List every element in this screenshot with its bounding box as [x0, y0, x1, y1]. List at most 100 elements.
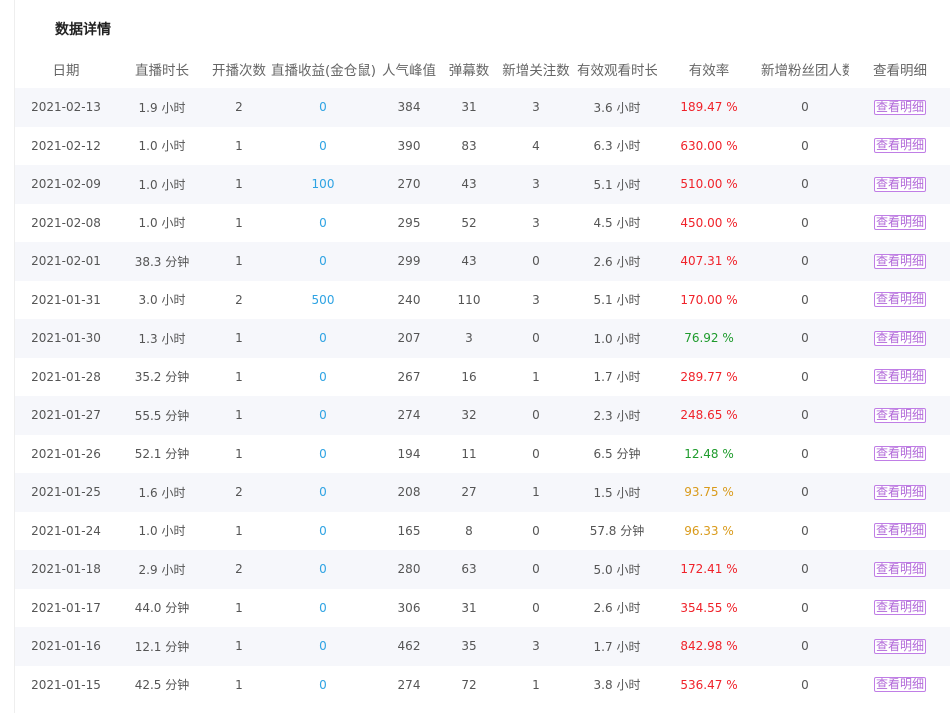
cell-rate: 76.92 % [657, 319, 761, 358]
cell-detail: 查看明细 [849, 588, 950, 627]
cell-date: 2021-01-18 [15, 550, 117, 589]
cell-watch-time: 3.8 小时 [577, 665, 657, 704]
cell-date: 2021-02-09 [15, 165, 117, 204]
cell-fans: 0 [761, 396, 849, 435]
cell-follows: 0 [495, 396, 577, 435]
cell-danmaku: 3 [443, 319, 495, 358]
cell-date: 2021-01-16 [15, 627, 117, 666]
cell-date: 2021-01-31 [15, 280, 117, 319]
cell-danmaku: 27 [443, 473, 495, 512]
cell-income: 100 [271, 165, 375, 204]
cell-detail: 查看明细 [849, 357, 950, 396]
cell-date: 2021-02-12 [15, 126, 117, 165]
cell-fans: 0 [761, 203, 849, 242]
cell-sessions: 1 [207, 242, 271, 281]
cell-peak: 462 [375, 627, 443, 666]
cell-duration: 38.3 分钟 [117, 242, 207, 281]
cell-rate: 93.75 % [657, 473, 761, 512]
cell-danmaku: 43 [443, 165, 495, 204]
cell-detail: 查看明细 [849, 165, 950, 204]
table-header-row: 日期 直播时长 开播次数 直播收益(金仓鼠) 人气峰值 弹幕数 新增关注数 有效… [15, 50, 950, 88]
cell-rate: 630.00 % [657, 126, 761, 165]
cell-watch-time: 1.5 小时 [577, 473, 657, 512]
cell-detail: 查看明细 [849, 319, 950, 358]
view-detail-button[interactable]: 查看明细 [873, 677, 926, 693]
cell-date: 2021-02-01 [15, 242, 117, 281]
cell-duration: 1.3 小时 [117, 319, 207, 358]
table-row: 2021-01-31 3.0 小时 2 500 240 110 3 5.1 小时 170.00 … [15, 280, 950, 319]
view-detail-button[interactable]: 查看明细 [873, 138, 926, 154]
table-row: 2021-01-26 52.1 分钟 1 0 194 11 0 6.5 分钟 12.48 % 0 查… [15, 434, 950, 473]
view-detail-button[interactable]: 查看明细 [873, 523, 926, 539]
header-watch-time: 有效观看时长 [577, 63, 657, 79]
view-detail-button[interactable]: 查看明细 [873, 330, 926, 346]
cell-sessions: 1 [207, 665, 271, 704]
view-detail-button[interactable]: 查看明细 [873, 292, 926, 308]
cell-rate: 289.77 % [657, 357, 761, 396]
cell-watch-time: 4.5 小时 [577, 203, 657, 242]
table-row: 2021-01-27 55.5 分钟 1 0 274 32 0 2.3 小时 248.65 % 0… [15, 396, 950, 435]
cell-peak: 208 [375, 473, 443, 512]
cell-duration: 44.0 分钟 [117, 588, 207, 627]
table-row: 2021-01-17 44.0 分钟 1 0 306 31 0 2.6 小时 354.55 % 0… [15, 588, 950, 627]
view-detail-button[interactable]: 查看明细 [873, 215, 926, 231]
cell-watch-time: 3.6 小时 [577, 88, 657, 127]
cell-fans: 0 [761, 357, 849, 396]
table-row: 2021-01-24 1.0 小时 1 0 165 8 0 57.8 分钟 96.33 % 0 查看… [15, 511, 950, 550]
cell-income: 500 [271, 280, 375, 319]
cell-detail: 查看明细 [849, 627, 950, 666]
view-detail-button[interactable]: 查看明细 [873, 99, 926, 115]
cell-detail: 查看明细 [849, 434, 950, 473]
cell-watch-time: 5.1 小时 [577, 280, 657, 319]
view-detail-button[interactable]: 查看明细 [873, 446, 926, 462]
view-detail-button[interactable]: 查看明细 [873, 561, 926, 577]
cell-sessions: 1 [207, 357, 271, 396]
cell-rate: 172.41 % [657, 550, 761, 589]
cell-sessions: 1 [207, 627, 271, 666]
cell-date: 2021-01-28 [15, 357, 117, 396]
cell-detail: 查看明细 [849, 665, 950, 704]
cell-follows: 3 [495, 627, 577, 666]
cell-sessions: 1 [207, 126, 271, 165]
cell-rate: 170.00 % [657, 280, 761, 319]
cell-danmaku: 31 [443, 588, 495, 627]
cell-follows: 1 [495, 665, 577, 704]
cell-sessions: 1 [207, 319, 271, 358]
cell-danmaku: 110 [443, 280, 495, 319]
header-danmaku: 弹幕数 [448, 63, 490, 79]
cell-sessions: 1 [207, 511, 271, 550]
cell-fans: 0 [761, 550, 849, 589]
cell-duration: 42.5 分钟 [117, 665, 207, 704]
view-detail-button[interactable]: 查看明细 [873, 253, 926, 269]
cell-duration: 1.0 小时 [117, 165, 207, 204]
cell-watch-time: 5.0 小时 [577, 550, 657, 589]
cell-fans: 0 [761, 88, 849, 127]
view-detail-button[interactable]: 查看明细 [873, 600, 926, 616]
view-detail-button[interactable]: 查看明细 [873, 407, 926, 423]
cell-peak: 194 [375, 434, 443, 473]
view-detail-button[interactable]: 查看明细 [873, 638, 926, 654]
cell-follows: 0 [495, 550, 577, 589]
table-row: 2021-01-25 1.6 小时 2 0 208 27 1 1.5 小时 93.75 % 0 查看… [15, 473, 950, 512]
table-row: 2021-01-15 42.5 分钟 1 0 274 72 1 3.8 小时 536.47 % 0… [15, 665, 950, 704]
cell-rate: 510.00 % [657, 165, 761, 204]
view-detail-button[interactable]: 查看明细 [873, 369, 926, 385]
view-detail-button[interactable]: 查看明细 [873, 484, 926, 500]
cell-date: 2021-01-15 [15, 665, 117, 704]
cell-income: 0 [271, 627, 375, 666]
cell-rate: 189.47 % [657, 88, 761, 127]
cell-duration: 1.9 小时 [117, 88, 207, 127]
table-row: 2021-01-28 35.2 分钟 1 0 267 16 1 1.7 小时 289.77 % 0… [15, 357, 950, 396]
cell-danmaku: 72 [443, 665, 495, 704]
cell-duration: 3.0 小时 [117, 280, 207, 319]
cell-peak: 270 [375, 165, 443, 204]
view-detail-button[interactable]: 查看明细 [873, 176, 926, 192]
cell-date: 2021-01-26 [15, 434, 117, 473]
cell-peak: 306 [375, 588, 443, 627]
cell-sessions: 1 [207, 396, 271, 435]
cell-fans: 0 [761, 126, 849, 165]
cell-follows: 0 [495, 588, 577, 627]
table-row: 2021-02-09 1.0 小时 1 100 270 43 3 5.1 小时 510.00 %… [15, 165, 950, 204]
cell-income: 0 [271, 588, 375, 627]
cell-fans: 0 [761, 434, 849, 473]
